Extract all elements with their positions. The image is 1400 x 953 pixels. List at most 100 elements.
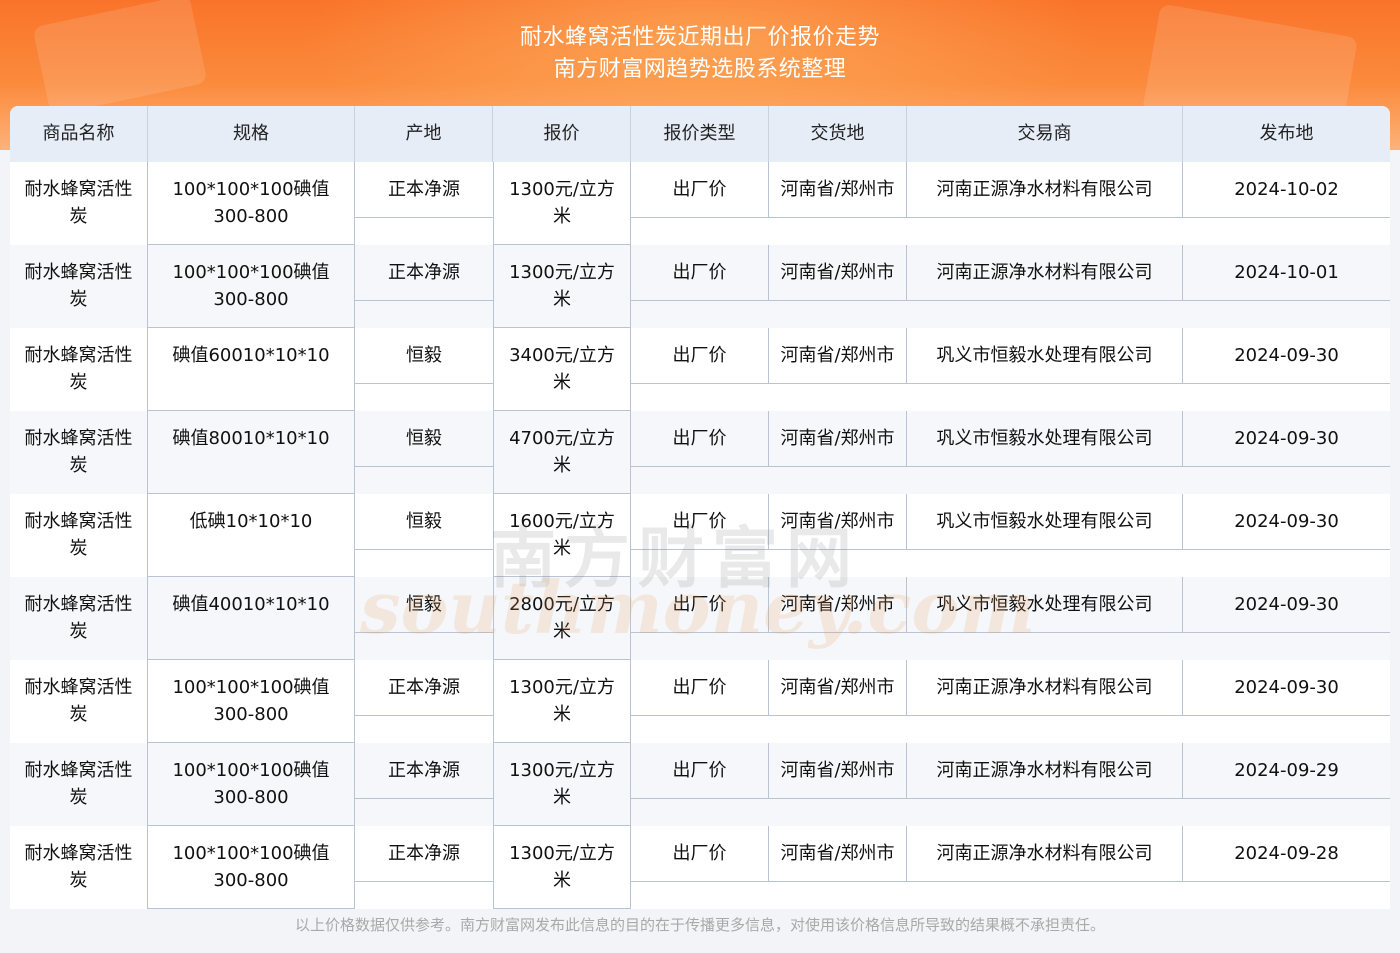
table-row: 耐水蜂窝活性炭 100*100*100碘值 300-800 正本净源 1300元/立方米… bbox=[10, 743, 1390, 826]
cell-trader-text: 巩义市恒毅水处理有限公司 bbox=[936, 428, 1153, 449]
cell-spec: 100*100*100碘值 300-800 bbox=[148, 743, 355, 826]
cell-trader: 河南正源净水材料有限公司 bbox=[907, 660, 1183, 716]
cell-date: 2024-09-28 bbox=[1183, 826, 1390, 882]
cell-name-line1: 耐水蜂窝活性 bbox=[24, 179, 133, 200]
cell-name-line2: 炭 bbox=[69, 870, 88, 891]
cell-delivery-text: 河南省/郑州市 bbox=[780, 428, 895, 449]
cell-origin-text: 正本净源 bbox=[388, 843, 460, 864]
cell-spec: 100*100*100碘值 300-800 bbox=[148, 660, 355, 743]
cell-price: 1600元/立方米 bbox=[493, 494, 631, 577]
cell-type-text: 出厂价 bbox=[672, 179, 727, 200]
cell-name: 耐水蜂窝活性炭 bbox=[10, 743, 148, 826]
cell-spec: 100*100*100碘值 300-800 bbox=[148, 826, 355, 909]
cell-date: 2024-10-01 bbox=[1183, 245, 1390, 301]
cell-origin: 恒毅 bbox=[355, 328, 493, 384]
cell-type-text: 出厂价 bbox=[672, 428, 727, 449]
cell-name-line2: 炭 bbox=[69, 704, 88, 725]
cell-origin-text: 正本净源 bbox=[388, 760, 460, 781]
cell-name-line2: 炭 bbox=[69, 787, 88, 808]
cell-spec-line2: 300-800 bbox=[213, 787, 289, 808]
cell-type-text: 出厂价 bbox=[672, 262, 727, 283]
cell-origin: 恒毅 bbox=[355, 577, 493, 633]
cell-price-line1: 2800元/立方 bbox=[509, 594, 615, 615]
cell-spec-line1: 100*100*100碘值 bbox=[172, 843, 330, 864]
cell-price-line1: 1300元/立方 bbox=[509, 760, 615, 781]
cell-spec: 碘值60010*10*10 bbox=[148, 328, 355, 411]
cell-name-line1: 耐水蜂窝活性 bbox=[24, 760, 133, 781]
cell-spec-line2: 300-800 bbox=[213, 870, 289, 891]
cell-origin-text: 恒毅 bbox=[406, 594, 442, 615]
cell-name-line1: 耐水蜂窝活性 bbox=[24, 511, 133, 532]
column-header-price-type: 报价类型 bbox=[631, 106, 769, 162]
cell-date-text: 2024-09-28 bbox=[1234, 843, 1339, 864]
cell-delivery: 河南省/郑州市 bbox=[769, 494, 907, 550]
cell-trader: 巩义市恒毅水处理有限公司 bbox=[907, 328, 1183, 384]
column-header-price: 报价 bbox=[493, 106, 631, 162]
cell-trader: 巩义市恒毅水处理有限公司 bbox=[907, 411, 1183, 467]
cell-type: 出厂价 bbox=[631, 577, 769, 633]
cell-date: 2024-09-30 bbox=[1183, 328, 1390, 384]
cell-date: 2024-09-30 bbox=[1183, 660, 1390, 716]
cell-type-text: 出厂价 bbox=[672, 594, 727, 615]
cell-date: 2024-09-30 bbox=[1183, 494, 1390, 550]
disclaimer: 以上价格数据仅供参考。南方财富网发布此信息的目的在于传播更多信息，对使用该价格信… bbox=[294, 916, 1105, 934]
cell-name-line2: 炭 bbox=[69, 372, 88, 393]
cell-trader-text: 巩义市恒毅水处理有限公司 bbox=[936, 511, 1153, 532]
cell-price: 1300元/立方米 bbox=[493, 162, 631, 245]
cell-spec-line1: 低碘10*10*10 bbox=[189, 511, 313, 532]
cell-trader-text: 河南正源净水材料有限公司 bbox=[936, 760, 1153, 781]
cell-origin: 恒毅 bbox=[355, 411, 493, 467]
cell-price: 1300元/立方米 bbox=[493, 826, 631, 909]
cell-type: 出厂价 bbox=[631, 411, 769, 467]
cell-trader: 河南正源净水材料有限公司 bbox=[907, 743, 1183, 799]
table-row: 耐水蜂窝活性炭 碘值80010*10*10 恒毅 4700元/立方米 出厂价 河南省/郑州… bbox=[10, 411, 1390, 494]
cell-spec-line1: 100*100*100碘值 bbox=[172, 179, 330, 200]
column-header-date: 发布地 bbox=[1259, 123, 1314, 144]
table-row: 耐水蜂窝活性炭 低碘10*10*10 恒毅 1600元/立方米 出厂价 河南省/郑州市 巩义… bbox=[10, 494, 1390, 577]
cell-name-line1: 耐水蜂窝活性 bbox=[24, 428, 133, 449]
cell-price: 2800元/立方米 bbox=[493, 577, 631, 660]
cell-price-line1: 1300元/立方 bbox=[509, 179, 615, 200]
title-line-1: 耐水蜂窝活性炭近期出厂价报价走势 bbox=[519, 25, 880, 50]
cell-price-line2: 米 bbox=[553, 787, 571, 808]
cell-date-text: 2024-10-01 bbox=[1234, 262, 1339, 283]
cell-trader-text: 河南正源净水材料有限公司 bbox=[936, 179, 1153, 200]
cell-delivery-text: 河南省/郑州市 bbox=[780, 843, 895, 864]
cell-name-line2: 炭 bbox=[69, 455, 88, 476]
cell-name: 耐水蜂窝活性炭 bbox=[10, 577, 148, 660]
cell-trader: 巩义市恒毅水处理有限公司 bbox=[907, 577, 1183, 633]
cell-origin-text: 恒毅 bbox=[406, 511, 442, 532]
cell-trader: 河南正源净水材料有限公司 bbox=[907, 162, 1183, 218]
cell-name-line2: 炭 bbox=[69, 621, 88, 642]
cell-trader-text: 河南正源净水材料有限公司 bbox=[936, 677, 1153, 698]
cell-price-line1: 1300元/立方 bbox=[509, 262, 615, 283]
cell-spec-line2: 300-800 bbox=[213, 704, 289, 725]
cell-date: 2024-10-02 bbox=[1183, 162, 1390, 218]
cell-date: 2024-09-30 bbox=[1183, 411, 1390, 467]
table-row: 耐水蜂窝活性炭 100*100*100碘值 300-800 正本净源 1300元/立方米… bbox=[10, 162, 1390, 245]
cell-origin: 正本净源 bbox=[355, 245, 493, 301]
cell-date-text: 2024-10-02 bbox=[1234, 179, 1339, 200]
column-header-delivery: 交货地 bbox=[769, 106, 907, 162]
cell-origin: 正本净源 bbox=[355, 162, 493, 218]
cell-delivery: 河南省/郑州市 bbox=[769, 328, 907, 384]
cell-delivery: 河南省/郑州市 bbox=[769, 743, 907, 799]
cell-spec-line2: 300-800 bbox=[213, 206, 289, 227]
cell-price-line2: 米 bbox=[553, 289, 571, 310]
cell-delivery: 河南省/郑州市 bbox=[769, 577, 907, 633]
cell-spec-line1: 100*100*100碘值 bbox=[172, 262, 330, 283]
column-header-spec: 规格 bbox=[148, 106, 355, 162]
cell-spec: 碘值40010*10*10 bbox=[148, 577, 355, 660]
page-title: 耐水蜂窝活性炭近期出厂价报价走势 南方财富网趋势选股系统整理 bbox=[0, 22, 1400, 86]
cell-price-line1: 4700元/立方 bbox=[509, 428, 615, 449]
cell-origin-text: 正本净源 bbox=[388, 179, 460, 200]
cell-name-line1: 耐水蜂窝活性 bbox=[24, 594, 133, 615]
cell-type: 出厂价 bbox=[631, 162, 769, 218]
cell-delivery-text: 河南省/郑州市 bbox=[780, 345, 895, 366]
cell-price-line2: 米 bbox=[553, 621, 571, 642]
cell-origin: 正本净源 bbox=[355, 826, 493, 882]
cell-delivery: 河南省/郑州市 bbox=[769, 411, 907, 467]
cell-price: 1300元/立方米 bbox=[493, 743, 631, 826]
cell-delivery: 河南省/郑州市 bbox=[769, 660, 907, 716]
column-header-name: 商品名称 bbox=[10, 106, 148, 162]
